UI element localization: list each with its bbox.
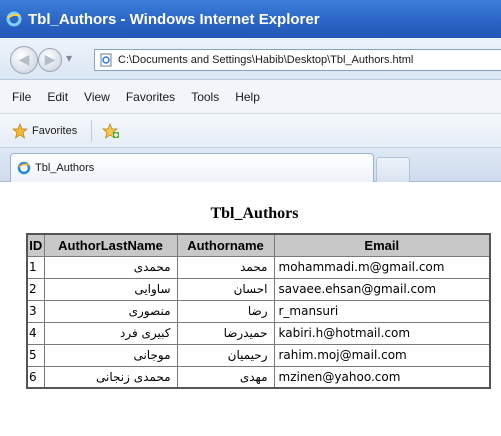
cell-email: mohammadi.m@gmail.com: [273, 255, 491, 279]
cell-last-name: ساوایی: [43, 277, 178, 301]
cell-email: rahim.moj@mail.com: [273, 343, 491, 367]
authors-table: ID AuthorLastName Authorname Email 1 محم…: [26, 233, 491, 389]
add-favorites-icon[interactable]: [102, 122, 120, 140]
table-row: 4 کبیری فرد حمیدرضا kabiri.h@hotmail.com: [26, 321, 491, 345]
table-row: 2 ساوایی احسان savaee.ehsan@gmail.com: [26, 277, 491, 301]
cell-author-name: احسان: [176, 277, 275, 301]
menu-edit[interactable]: Edit: [39, 90, 76, 104]
tab-tbl-authors[interactable]: Tbl_Authors: [10, 153, 374, 182]
cell-id: 3: [26, 299, 45, 323]
cell-last-name: منصوری: [43, 299, 178, 323]
ie-logo-icon: [6, 11, 22, 27]
cell-author-name: مهدی: [176, 365, 275, 389]
menu-tools[interactable]: Tools: [183, 90, 227, 104]
cell-email: kabiri.h@hotmail.com: [273, 321, 491, 345]
table-row: 6 محمدی زنجانی مهدی mzinen@yahoo.com: [26, 365, 491, 389]
history-dropdown-icon[interactable]: ▼: [66, 54, 76, 64]
cell-id: 4: [26, 321, 45, 345]
favorites-button[interactable]: Favorites: [32, 125, 77, 137]
header-email: Email: [273, 233, 491, 257]
header-last-name: AuthorLastName: [43, 233, 178, 257]
cell-last-name: موجانی: [43, 343, 178, 367]
cell-last-name: محمدی: [43, 255, 178, 279]
table-row: 3 منصوری رضا r_mansuri: [26, 299, 491, 323]
table-row: 1 محمدی محمد mohammadi.m@gmail.com: [26, 255, 491, 279]
window-titlebar: Tbl_Authors - Windows Internet Explorer: [0, 0, 501, 38]
cell-last-name: کبیری فرد: [43, 321, 178, 345]
window-title: Tbl_Authors - Windows Internet Explorer: [28, 10, 320, 28]
tab-bar: Tbl_Authors: [0, 148, 501, 182]
cell-email: savaee.ehsan@gmail.com: [273, 277, 491, 301]
cell-author-name: رضا: [176, 299, 275, 323]
cell-author-name: رحیمیان: [176, 343, 275, 367]
address-toolbar: ◀ ▶ ▼ C:\Documents and Settings\Habib\De…: [0, 38, 501, 80]
address-url: C:\Documents and Settings\Habib\Desktop\…: [118, 54, 414, 66]
cell-email: r_mansuri: [273, 299, 491, 323]
table-caption: Tbl_Authors: [210, 205, 299, 222]
menu-file[interactable]: File: [4, 90, 39, 104]
cell-id: 2: [26, 277, 45, 301]
table-row: 5 موجانی رحیمیان rahim.moj@mail.com: [26, 343, 491, 367]
menu-bar: File Edit View Favorites Tools Help: [0, 80, 501, 114]
menu-favorites[interactable]: Favorites: [118, 90, 183, 104]
favorites-separator: [91, 119, 93, 142]
menu-view[interactable]: View: [76, 90, 118, 104]
cell-author-name: حمیدرضا: [176, 321, 275, 345]
favorites-star-icon[interactable]: [12, 122, 28, 139]
header-id: ID: [26, 233, 45, 257]
address-input[interactable]: C:\Documents and Settings\Habib\Desktop\…: [94, 49, 501, 71]
cell-id: 6: [26, 365, 45, 389]
cell-id: 1: [26, 255, 45, 279]
back-button[interactable]: ◀: [10, 46, 38, 74]
cell-email: mzinen@yahoo.com: [273, 365, 491, 389]
page-icon: [99, 53, 113, 67]
forward-arrow-icon: ▶: [44, 52, 56, 68]
table-header-row: ID AuthorLastName Authorname Email: [26, 233, 491, 257]
cell-author-name: محمد: [176, 255, 275, 279]
new-tab-button[interactable]: [376, 157, 410, 182]
tab-ie-icon: [17, 161, 31, 175]
back-arrow-icon: ◀: [18, 52, 30, 68]
cell-id: 5: [26, 343, 45, 367]
page-content: Tbl_Authors ID AuthorLastName Authorname…: [0, 183, 501, 436]
tab-title: Tbl_Authors: [35, 162, 95, 174]
cell-last-name: محمدی زنجانی: [43, 365, 178, 389]
header-author-name: Authorname: [176, 233, 275, 257]
favorites-bar: Favorites: [0, 114, 501, 148]
forward-button[interactable]: ▶: [38, 48, 62, 72]
menu-help[interactable]: Help: [227, 90, 268, 104]
